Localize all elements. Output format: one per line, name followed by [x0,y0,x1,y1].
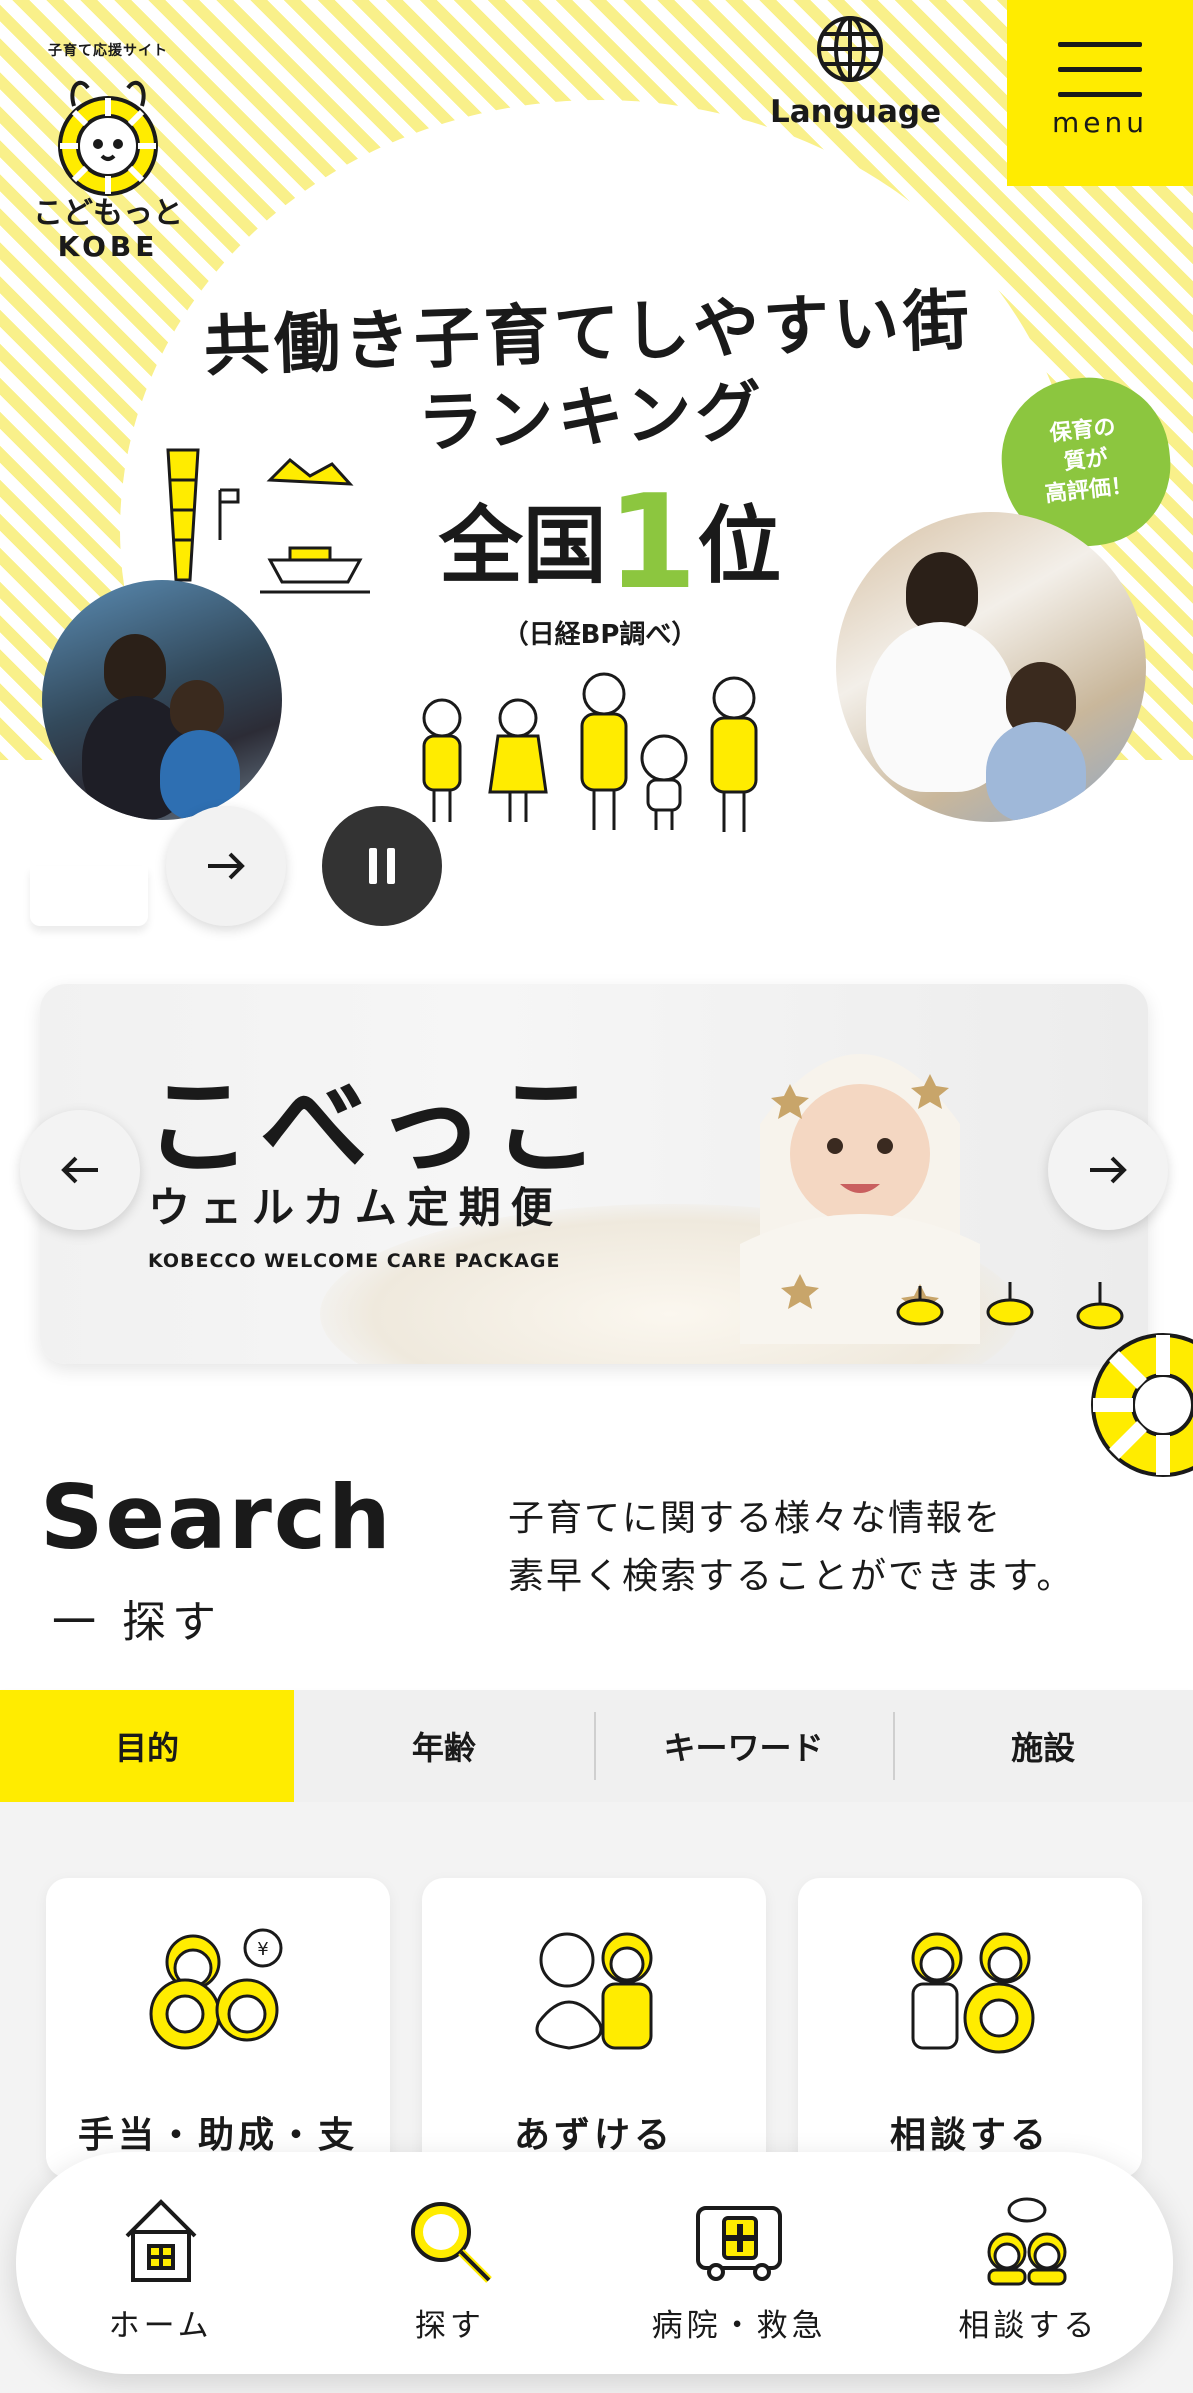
category-card-label: あずける [513,2115,674,2156]
logo-mascot-icon [58,80,158,196]
nav-search-label: 探す [414,2308,485,2344]
site-logo[interactable]: 子育て応援サイト こどもっと KOBE [28,40,188,262]
banner-next-button[interactable] [1048,1110,1168,1230]
nav-hospital-label: 病院・救急 [651,2308,827,2344]
banner-subtitle: ウェルカム定期便 [148,1183,563,1232]
family-illustration [422,672,758,832]
category-card-consultation[interactable]: 相談する [798,1878,1142,2178]
arrow-right-icon [208,852,245,880]
hero-next-button[interactable] [166,806,286,926]
language-label: Language [770,94,942,130]
hero-rank: 全国1位 [438,466,782,618]
nav-hospital[interactable]: 病院・救急 [595,2152,884,2374]
home-icon [125,2199,197,2282]
nav-consult[interactable]: 相談する [884,2152,1173,2374]
tab-purpose[interactable]: 目的 [0,1690,294,1802]
logo-en: KOBE [57,230,159,263]
ambulance-icon [696,2206,783,2281]
svg-text:¥: ¥ [257,1939,268,1960]
globe-icon [817,16,883,82]
category-card-allowance[interactable]: ¥ 手当・助成・支 [46,1878,390,2178]
tab-age[interactable]: 年齢 [294,1690,594,1802]
search-section-subtitle: 一 探す [52,1597,222,1648]
hero-photo-father-child [42,580,282,820]
welcome-package-banner[interactable]: こべっこ ウェルカム定期便 KOBECCO WELCOME CARE PACKA… [40,984,1148,1364]
category-card-label: 相談する [889,2115,1050,2156]
pause-icon [369,848,395,884]
nav-home-label: ホーム [108,2308,213,2344]
language-button[interactable]: Language [770,14,942,130]
hero-source-note: （日経BP調べ） [502,620,698,650]
hero-title: 共働き子育てしやすい街 ランキング [202,281,975,463]
nav-search[interactable]: 探す [305,2152,594,2374]
logo-tagline: 子育て応援サイト [48,43,168,59]
consultation-icon [911,1932,1035,2054]
hero-photo-nursery [836,512,1146,822]
banner-prev-button[interactable] [20,1110,140,1230]
menu-label: menu [1052,106,1148,139]
float-ring-decoration [1091,1333,1193,1477]
tab-facility[interactable]: 施設 [893,1690,1193,1802]
arrow-left-icon [61,1156,98,1184]
banner-english: KOBECCO WELCOME CARE PACKAGE [148,1250,561,1272]
search-description: 子育てに関する様々な情報を 素早く検索することができます。 [508,1498,1075,1597]
category-card-childcare[interactable]: あずける [422,1878,766,2178]
nav-consult-label: 相談する [958,2308,1099,2344]
childcare-icon [535,1932,653,2050]
category-card-label: 手当・助成・支 [77,2115,358,2156]
nav-home[interactable]: ホーム [16,2152,305,2374]
tab-keyword[interactable]: キーワード [593,1690,894,1802]
allowance-icon: ¥ [149,1928,283,2050]
arrow-right-icon [1090,1156,1127,1184]
menu-button[interactable]: menu [1007,0,1193,186]
consult-icon [987,2197,1067,2286]
hero-pause-button[interactable] [322,806,442,926]
hero-slide-indicator[interactable] [30,866,148,926]
search-section-title: Search [40,1466,393,1569]
search-tabs: 目的 年齢 キーワード 施設 [0,1690,1193,1802]
banner-title: こべっこ [144,1065,609,1190]
bottom-navigation: ホーム 探す 病院・救急 相談する [16,2152,1173,2374]
logo-name: こどもっと [33,196,183,231]
search-icon [410,2202,492,2283]
